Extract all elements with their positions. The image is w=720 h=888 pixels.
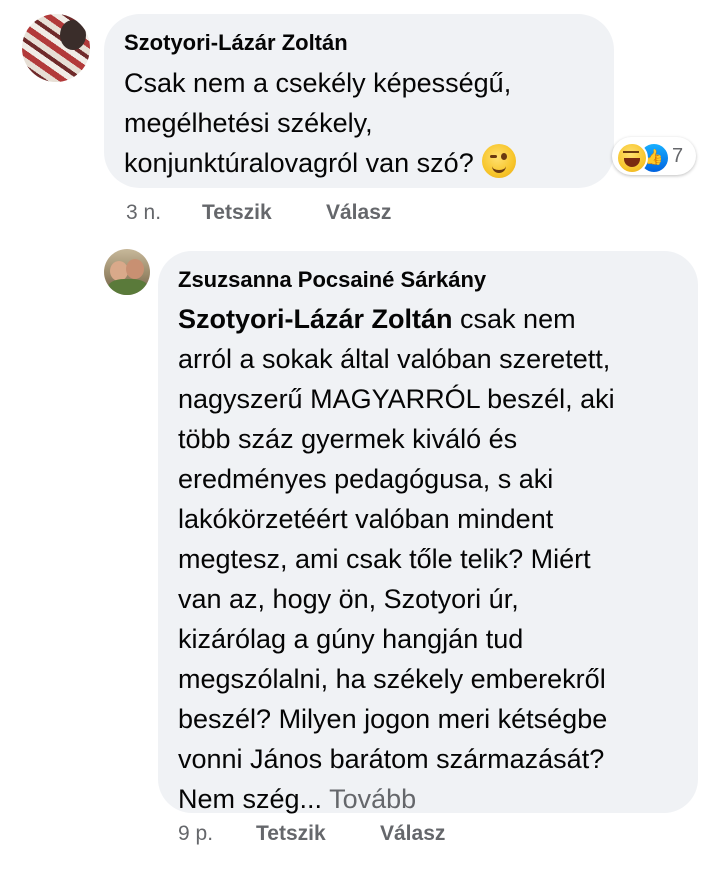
comment-text: Szotyori-Lázár Zoltán csak nem arról a s… <box>178 299 688 819</box>
comment-text-line: több száz gyermek kiváló és <box>178 424 518 454</box>
comment-author[interactable]: Zsuzsanna Pocsainé Sárkány <box>178 267 486 293</box>
haha-icon <box>616 142 648 174</box>
wink-emoji-icon <box>481 144 516 178</box>
comment-text-line: eredményes pedagógusa, s aki <box>178 464 554 494</box>
comment-author[interactable]: Szotyori-Lázár Zoltán <box>124 30 348 56</box>
comment-text-line: megszólalni, ha székely emberekről <box>178 664 606 694</box>
reaction-count: 7 <box>672 145 684 167</box>
comment-bubble: Szotyori-Lázár Zoltán Csak nem a csekély… <box>104 14 614 188</box>
avatar-photo-detail <box>126 259 144 279</box>
comment-text-line: Nem szég... Tovább <box>178 779 688 819</box>
comment-bubble: Zsuzsanna Pocsainé Sárkány Szotyori-Lázá… <box>158 251 698 814</box>
like-button[interactable]: Tetszik <box>256 822 326 846</box>
comment-text-line: vonni János barátom származását? <box>178 744 605 774</box>
reply-button[interactable]: Válasz <box>380 822 445 846</box>
comment-text-line: Szotyori-Lázár Zoltán csak nem <box>178 299 688 339</box>
comment-timestamp[interactable]: 3 n. <box>126 201 161 225</box>
see-more-link[interactable]: Tovább <box>329 784 416 814</box>
comment-text-line: megtesz, ami csak tőle telik? Miért <box>178 544 591 574</box>
comment-text-line: megélhetési székely, <box>124 108 373 138</box>
comment-text-line: lakókörzetéért valóban mindent <box>178 504 554 534</box>
comment-text-line: Csak nem a csekély képességű, <box>124 68 512 98</box>
like-button[interactable]: Tetszik <box>202 201 272 225</box>
comment-text-line: van az, hogy ön, Szotyori úr, <box>178 584 519 614</box>
comment-text-fragment: csak nem <box>452 304 576 334</box>
avatar-photo-detail <box>60 20 86 50</box>
comment-text-line: kizárólag a gúny hangján tud <box>178 624 524 654</box>
avatar-photo-detail <box>108 279 148 295</box>
comment-text-fragment: konjunktúralovagról van szó? <box>124 148 474 178</box>
reactions-summary[interactable]: 👍 7 <box>612 137 696 175</box>
comment-text-line: beszél? Milyen jogon meri kétségbe <box>178 704 608 734</box>
mention-link[interactable]: Szotyori-Lázár Zoltán <box>178 304 453 334</box>
comment-text-fragment: Nem szég... <box>178 784 323 814</box>
comment-text-line: konjunktúralovagról van szó? <box>124 143 594 183</box>
reply-button[interactable]: Válasz <box>326 201 391 225</box>
avatar[interactable] <box>104 249 150 295</box>
comment-timestamp[interactable]: 9 p. <box>178 822 213 846</box>
comment-text: Csak nem a csekély képességű, megélhetés… <box>124 63 594 183</box>
avatar[interactable] <box>22 14 90 82</box>
comment-text-line: arról a sokak által valóban szeretett, <box>178 344 611 374</box>
comment-text-line: nagyszerű MAGYARRÓL beszél, aki <box>178 384 615 414</box>
